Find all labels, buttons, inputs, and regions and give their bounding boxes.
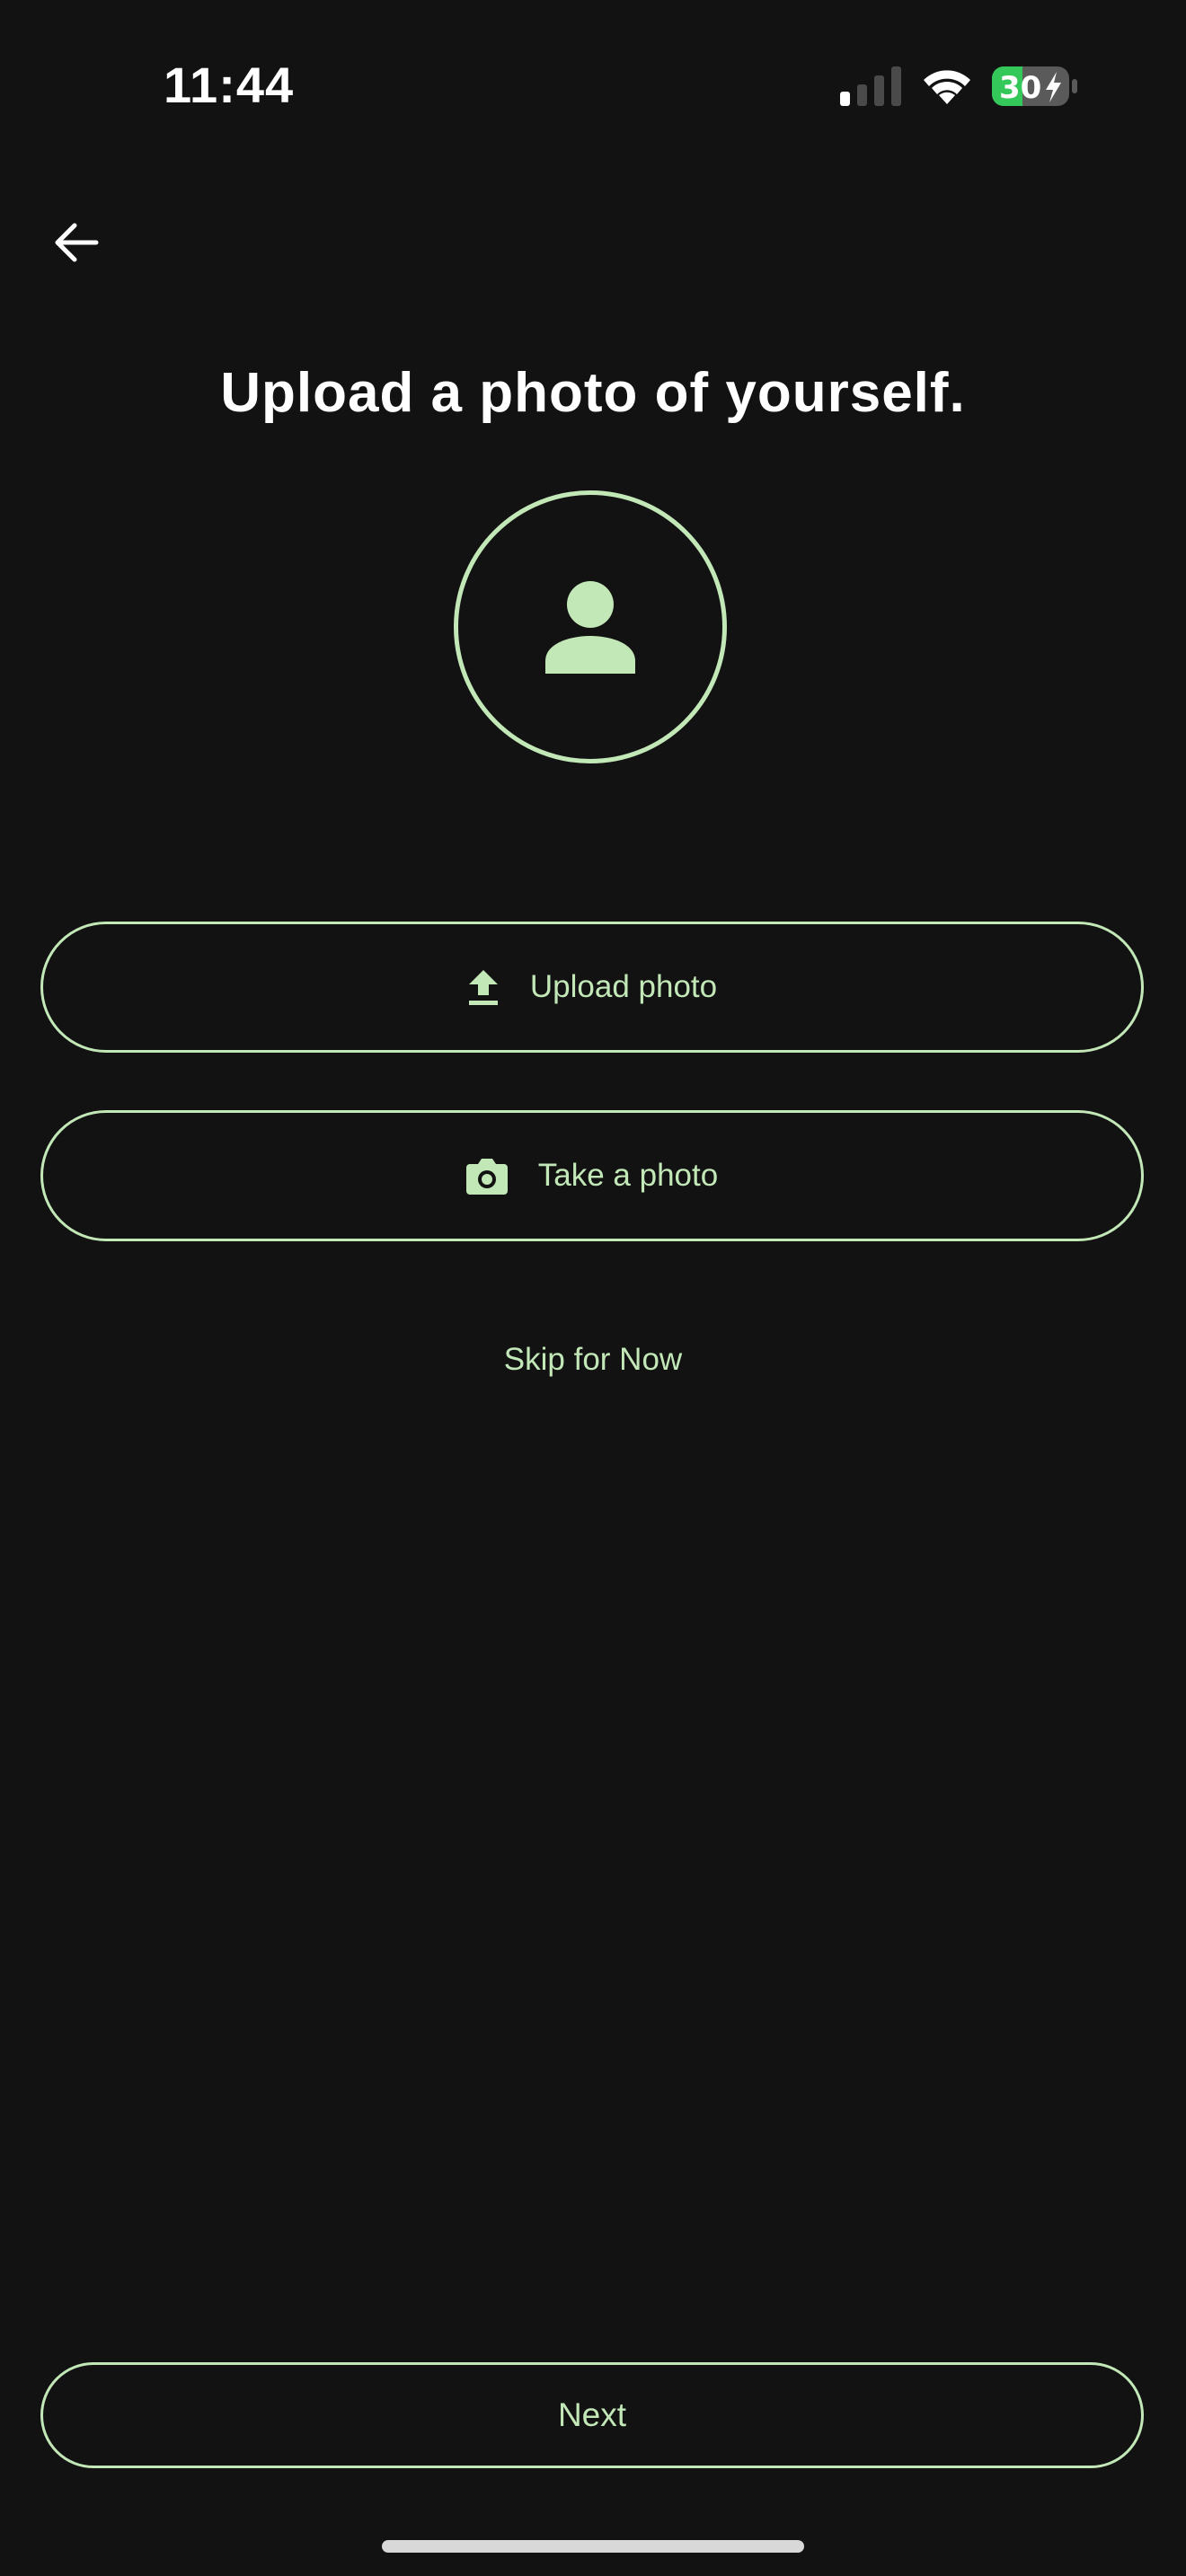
status-bar: 11:44 30 bbox=[0, 0, 1186, 171]
take-photo-button[interactable]: Take a photo bbox=[40, 1110, 1144, 1241]
arrow-left-icon bbox=[55, 223, 99, 262]
take-photo-label: Take a photo bbox=[537, 1158, 719, 1193]
next-label: Next bbox=[557, 2396, 627, 2433]
person-icon bbox=[545, 581, 635, 674]
next-button[interactable]: Next bbox=[40, 2362, 1144, 2468]
back-button[interactable] bbox=[36, 207, 117, 278]
camera-icon bbox=[465, 1157, 508, 1195]
battery-level: 30 bbox=[999, 70, 1041, 106]
upload-photo-label: Upload photo bbox=[529, 969, 718, 1004]
wifi-icon bbox=[924, 70, 970, 104]
home-indicator[interactable] bbox=[382, 2540, 804, 2553]
upload-photo-button[interactable]: Upload photo bbox=[40, 922, 1144, 1053]
upload-icon bbox=[467, 968, 500, 1006]
status-time: 11:44 bbox=[164, 57, 295, 113]
page-title: Upload a photo of yourself. bbox=[220, 362, 966, 424]
skip-for-now-link[interactable]: Skip for Now bbox=[0, 1342, 1186, 1378]
battery-charging-icon: 30 bbox=[992, 66, 1077, 106]
signal-icon bbox=[840, 66, 901, 106]
skip-for-now-label[interactable]: Skip for Now bbox=[504, 1342, 682, 1377]
avatar-placeholder[interactable] bbox=[454, 490, 727, 763]
